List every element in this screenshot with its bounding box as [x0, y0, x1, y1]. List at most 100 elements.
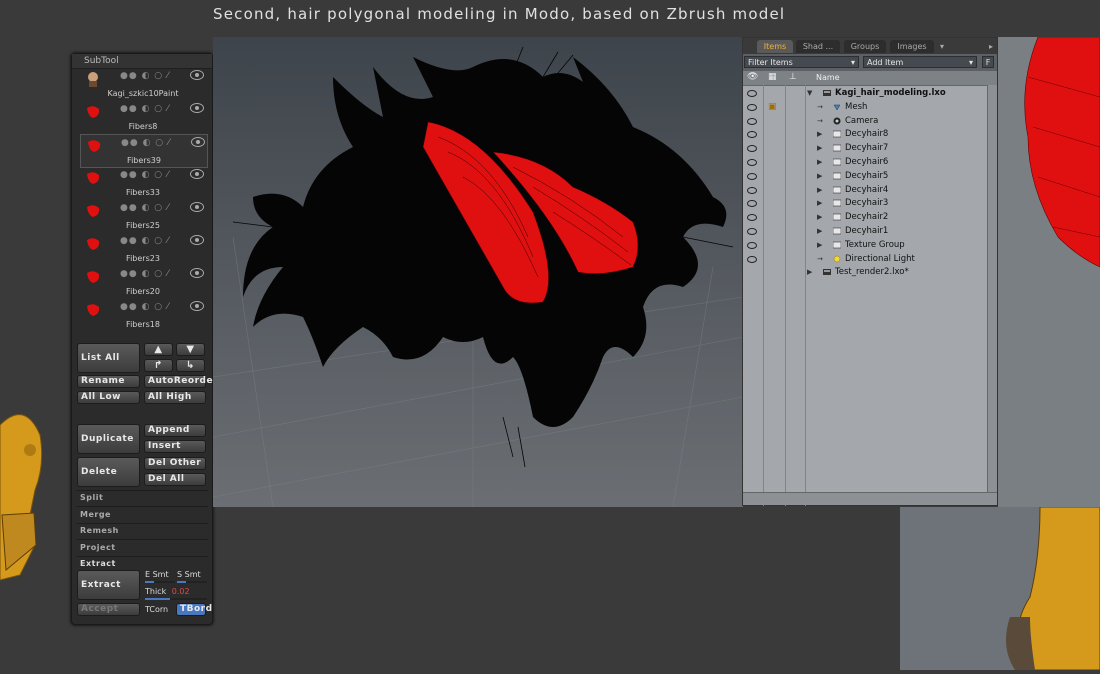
subtool-item[interactable]: ●● ◐ ○ ⁄ Fibers20	[80, 266, 206, 298]
visibility-eye-icon[interactable]	[190, 202, 204, 212]
subtool-mode-icons[interactable]: ●● ◐ ○ ⁄	[120, 104, 170, 114]
s-smt-slider[interactable]	[177, 581, 207, 583]
subtool-mode-icons[interactable]: ●● ◐ ○ ⁄	[121, 138, 171, 148]
name-column-header[interactable]: Name	[816, 73, 840, 82]
tab-shader[interactable]: Shad ...	[796, 40, 840, 53]
tree-item[interactable]: → Directional Light	[743, 252, 983, 266]
visibility-eye-icon[interactable]	[747, 159, 757, 166]
append-button[interactable]: Append	[144, 424, 206, 437]
expand-triangle-icon[interactable]: ▶	[817, 155, 822, 169]
collapse-triangle-icon[interactable]: ▼	[807, 86, 812, 100]
all-low-button[interactable]: All Low	[77, 391, 140, 404]
del-other-button[interactable]: Del Other	[144, 457, 206, 470]
tab-items[interactable]: Items	[757, 40, 793, 53]
move-up-right-button[interactable]: ↱	[144, 359, 173, 372]
visibility-eye-icon[interactable]	[747, 200, 757, 208]
tabs-menu-icon[interactable]: ▾	[936, 40, 948, 53]
tbord-toggle[interactable]: TBord	[176, 603, 212, 616]
visibility-eye-icon[interactable]	[747, 90, 757, 97]
subtool-mode-icons[interactable]: ●● ◐ ○ ⁄	[120, 269, 170, 279]
project-section[interactable]: Project	[80, 543, 116, 552]
visibility-eye-icon[interactable]	[747, 103, 757, 111]
visibility-eye-icon[interactable]	[191, 137, 205, 147]
visibility-eye-icon[interactable]	[190, 103, 204, 113]
tree-item[interactable]: ▶ Decyhair7	[743, 141, 983, 155]
subtool-mode-icons[interactable]: ●● ◐ ○ ⁄	[120, 170, 170, 180]
expand-triangle-icon[interactable]: ▶	[817, 183, 822, 197]
subtool-header[interactable]: SubTool	[72, 54, 212, 69]
delete-button[interactable]: Delete	[77, 457, 140, 487]
visibility-eye-icon[interactable]	[747, 117, 757, 125]
expand-triangle-icon[interactable]: ▶	[817, 141, 822, 155]
accept-button[interactable]: Accept	[77, 603, 140, 616]
items-scrollbar[interactable]	[987, 85, 997, 495]
tab-groups[interactable]: Groups	[844, 40, 886, 53]
auto-reorder-button[interactable]: AutoReorder	[144, 375, 218, 388]
expand-triangle-icon[interactable]: ▶	[817, 127, 822, 141]
subtool-mode-icons[interactable]: ●● ◐ ○ ⁄	[120, 203, 170, 213]
thick-slider[interactable]	[145, 598, 207, 600]
subtool-item[interactable]: ●● ◐ ○ ⁄ Fibers8	[80, 101, 206, 133]
visibility-eye-icon[interactable]	[190, 169, 204, 179]
subtool-mode-icons[interactable]: ●● ◐ ○ ⁄	[120, 236, 170, 246]
rename-button[interactable]: Rename	[77, 375, 140, 388]
visibility-eye-icon[interactable]	[747, 255, 757, 263]
mesh-lock-icon[interactable]: ▣	[768, 100, 777, 114]
subtool-item[interactable]: ●● ◐ ○ ⁄ Fibers25	[80, 200, 206, 232]
e-smt-slider[interactable]	[145, 581, 175, 583]
extract-button[interactable]: Extract	[77, 570, 140, 600]
move-down-button[interactable]: ▼	[176, 343, 205, 356]
subtool-mode-icons[interactable]: ●● ◐ ○ ⁄	[120, 71, 170, 81]
move-down-right-button[interactable]: ↳	[176, 359, 205, 372]
tree-item[interactable]: ▶ Decyhair5	[743, 169, 983, 183]
expand-triangle-icon[interactable]: ▶	[817, 169, 822, 183]
modo-viewport[interactable]	[213, 37, 743, 507]
expand-triangle-icon[interactable]: ▶	[817, 224, 822, 238]
visibility-eye-icon[interactable]	[747, 228, 757, 235]
f-button[interactable]: F	[982, 56, 994, 68]
tree-item[interactable]: ▶ Test_render2.lxo*	[743, 265, 983, 279]
merge-section[interactable]: Merge	[80, 510, 111, 519]
tree-item[interactable]: ▣ → Mesh	[743, 100, 983, 114]
visibility-eye-icon[interactable]	[747, 186, 757, 194]
visibility-eye-icon[interactable]	[747, 172, 757, 180]
tab-images[interactable]: Images	[890, 40, 934, 53]
visibility-eye-icon[interactable]	[190, 70, 204, 80]
extract-section[interactable]: Extract	[80, 559, 116, 568]
tree-item[interactable]: ▶ Decyhair3	[743, 196, 983, 210]
tree-item[interactable]: ▼ Kagi_hair_modeling.lxo	[743, 86, 983, 100]
expand-triangle-icon[interactable]: ▶	[817, 210, 822, 224]
subtool-mode-icons[interactable]: ●● ◐ ○ ⁄	[120, 302, 170, 312]
tree-item[interactable]: ▶ Decyhair1	[743, 224, 983, 238]
tree-item[interactable]: ▶ Decyhair6	[743, 155, 983, 169]
remesh-section[interactable]: Remesh	[80, 526, 119, 535]
visibility-eye-icon[interactable]	[747, 145, 757, 153]
tree-item[interactable]: ▶ Decyhair2	[743, 210, 983, 224]
lock-column-icon[interactable]: ▦	[768, 72, 777, 82]
visibility-column-icon[interactable]: 👁	[747, 72, 758, 82]
all-high-button[interactable]: All High	[144, 391, 206, 404]
list-all-button[interactable]: List All	[77, 343, 140, 373]
duplicate-button[interactable]: Duplicate	[77, 424, 140, 454]
panel-expand-icon[interactable]: ▸	[986, 40, 996, 53]
subtool-item[interactable]: ●● ◐ ○ ⁄ Kagi_szkic10Paint	[80, 68, 206, 100]
visibility-eye-icon[interactable]	[747, 131, 757, 139]
add-item-dropdown[interactable]: Add Item ▾	[863, 56, 977, 68]
thick-label[interactable]: Thick 0.02	[145, 587, 190, 596]
subtool-item[interactable]: ●● ◐ ○ ⁄ Fibers18	[80, 299, 206, 331]
insert-button[interactable]: Insert	[144, 440, 206, 453]
tcorn-toggle[interactable]: TCorn	[145, 605, 168, 614]
visibility-eye-icon[interactable]	[190, 268, 204, 278]
visibility-eye-icon[interactable]	[747, 214, 757, 222]
tree-item[interactable]: → Camera	[743, 114, 983, 128]
split-section[interactable]: Split	[80, 493, 103, 502]
visibility-eye-icon[interactable]	[190, 301, 204, 311]
tree-item[interactable]: ▶ Texture Group	[743, 238, 983, 252]
del-all-button[interactable]: Del All	[144, 473, 206, 486]
tree-item[interactable]: ▶ Decyhair8	[743, 127, 983, 141]
expand-triangle-icon[interactable]: ▶	[807, 265, 812, 279]
subtool-item[interactable]: ●● ◐ ○ ⁄ Fibers23	[80, 233, 206, 265]
filter-items-dropdown[interactable]: Filter Items ▾	[744, 56, 859, 68]
subtool-item[interactable]: ●● ◐ ○ ⁄ Fibers39	[80, 134, 208, 168]
visibility-eye-icon[interactable]	[747, 241, 757, 249]
